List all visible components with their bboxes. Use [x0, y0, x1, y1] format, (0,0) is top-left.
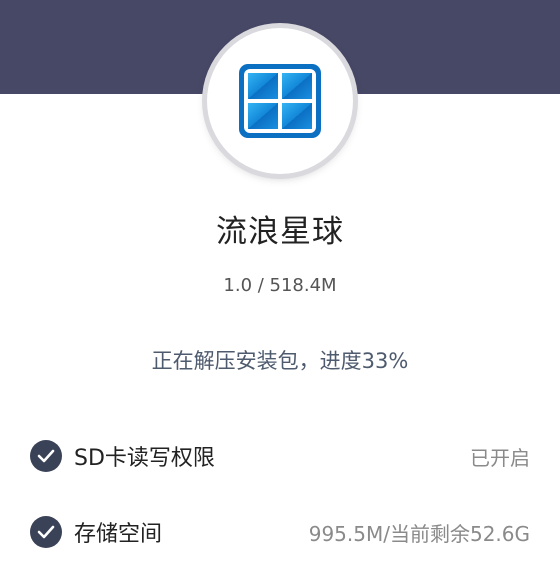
install-progress-status: 正在解压安装包，进度33% [151, 349, 409, 373]
permission-row-sd-card: SD卡读写权限 已开启 [30, 436, 530, 476]
check-circle-icon [30, 440, 62, 472]
app-name: 流浪星球 [216, 214, 344, 250]
permission-label: 存储空间 [74, 522, 163, 547]
windows-logo-icon [239, 64, 321, 138]
check-circle-icon [30, 516, 62, 548]
permission-row-storage: 存储空间 995.5M/当前剩余52.6G [30, 512, 530, 552]
permission-label: SD卡读写权限 [74, 446, 215, 471]
app-version-size: 1.0 / 518.4M [223, 275, 337, 296]
permission-value: 995.5M/当前剩余52.6G [308, 521, 530, 546]
permission-value: 已开启 [470, 445, 530, 470]
app-icon-frame [207, 28, 353, 174]
